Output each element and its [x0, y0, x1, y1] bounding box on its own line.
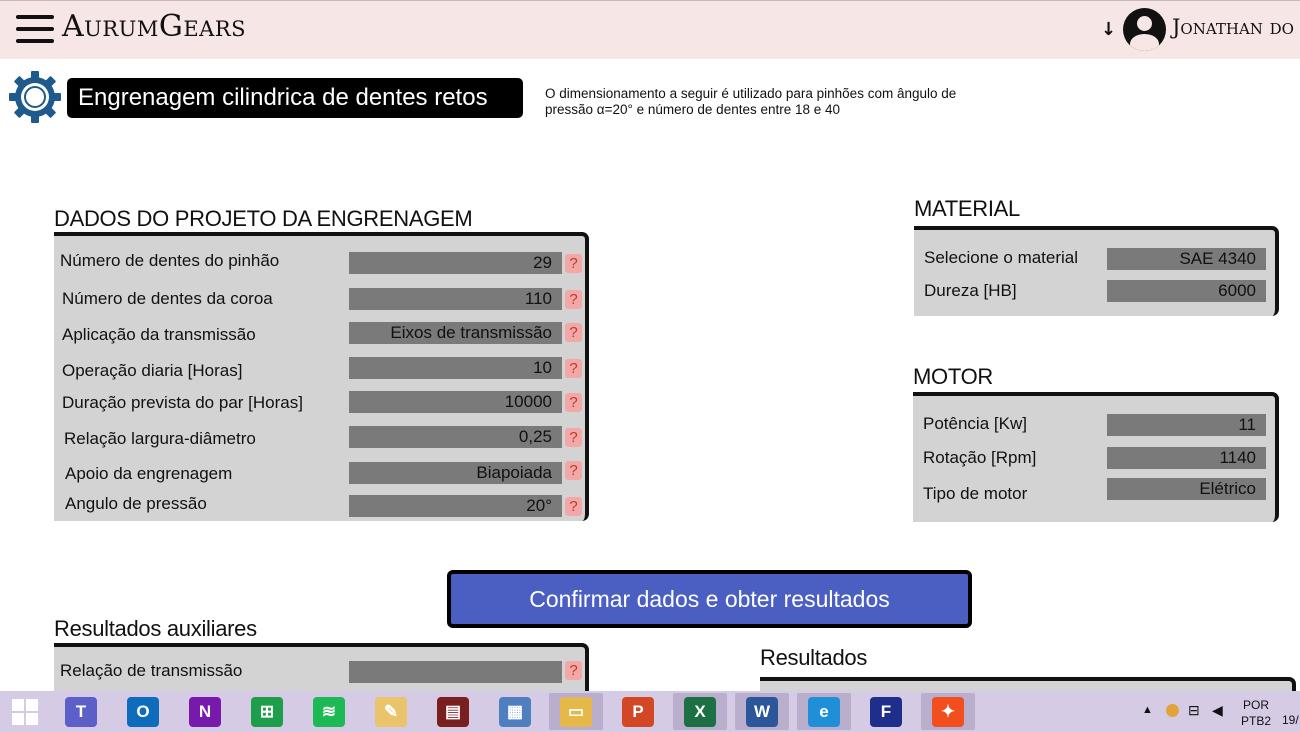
taskbar-app[interactable]: ✦ — [921, 693, 975, 730]
hardness-field[interactable]: 6000 — [1107, 280, 1266, 302]
crown-teeth-field[interactable]: 110 — [349, 288, 562, 310]
design-panel: Número de dentes do pinhão 29 ? Número d… — [54, 232, 589, 521]
support-select[interactable]: Biapoiada — [349, 462, 562, 484]
edge-icon: e — [808, 697, 840, 727]
material-select[interactable]: SAE 4340 — [1107, 248, 1266, 270]
volume-icon[interactable]: ◀ — [1212, 702, 1223, 719]
taskbar-app[interactable]: ▦ — [488, 693, 542, 730]
store-icon: ⊞ — [251, 697, 283, 727]
taskbar-app[interactable]: ▤ — [426, 693, 480, 730]
design-label-expected-duration: Duração prevista do par [Horas] — [62, 393, 303, 412]
taskbar-app[interactable]: ✎ — [364, 693, 418, 730]
network-icon[interactable]: ⊟ — [1188, 702, 1200, 719]
windows-icon — [12, 699, 38, 725]
terminal-icon: ▤ — [437, 697, 469, 727]
onedrive-icon[interactable] — [1166, 704, 1179, 717]
festo-icon: F — [870, 697, 902, 727]
outlook-icon: O — [127, 697, 159, 727]
teams-icon: T — [65, 697, 97, 727]
start-button[interactable] — [0, 693, 54, 730]
help-button-transmission-ratio[interactable]: ? — [565, 661, 582, 680]
powerpoint-icon: P — [622, 697, 654, 727]
transmission-ratio-field[interactable] — [349, 661, 562, 683]
daily-operation-field[interactable]: 10 — [349, 357, 562, 379]
brand-logo[interactable]: AurumGears — [62, 9, 246, 44]
width-ratio-field[interactable]: 0,25 — [349, 426, 562, 448]
pressure-angle-field[interactable]: 20° — [349, 495, 562, 517]
material-label-select: Selecione o material — [924, 248, 1079, 267]
avatar[interactable] — [1123, 8, 1166, 51]
material-label-hardness: Dureza [HB] — [924, 281, 1017, 300]
taskbar-app[interactable]: P — [611, 693, 665, 730]
keyboard-layout: PTB2 — [1241, 714, 1272, 728]
taskbar-app[interactable]: ▭ — [549, 693, 603, 730]
confirm-button[interactable]: Confirmar dados e obter resultados — [447, 570, 972, 628]
material-panel: Selecione o material SAE 4340 Dureza [HB… — [914, 226, 1279, 316]
language-code: POR — [1243, 698, 1270, 712]
motor-panel: Potência [Kw] 11 Rotação [Rpm] 1140 Tipo… — [913, 392, 1279, 522]
help-button-pinion-teeth[interactable]: ? — [565, 254, 582, 273]
motor-label-rotation: Rotação [Rpm] — [923, 448, 1037, 467]
onenote-icon: N — [189, 697, 221, 727]
help-button-application[interactable]: ? — [565, 323, 582, 342]
file-explorer-icon: ▭ — [560, 697, 592, 727]
material-section-title: MATERIAL — [914, 196, 1020, 221]
figma-icon: ✦ — [932, 697, 964, 727]
taskbar-app[interactable]: N — [178, 693, 232, 730]
paint-icon: ✎ — [375, 697, 407, 727]
page-title: Engrenagem cilindrica de dentes retos — [67, 78, 523, 118]
help-button-width-ratio[interactable]: ? — [565, 428, 582, 447]
design-section-title: DADOS DO PROJETO DA ENGRENAGEM — [54, 206, 473, 231]
motor-type-select[interactable]: Elétrico — [1107, 478, 1266, 500]
language-indicator[interactable]: POR PTB2 — [1241, 697, 1271, 729]
motor-label-power: Potência [Kw] — [923, 414, 1027, 433]
motor-label-type: Tipo de motor — [923, 484, 1028, 503]
design-label-daily-operation: Operação diaria [Horas] — [62, 361, 243, 380]
application-select[interactable]: Eixos de transmissão — [349, 322, 562, 344]
spotify-icon: ≋ — [313, 697, 345, 727]
excel-icon: X — [684, 697, 716, 727]
app-header: AurumGears ↓ Jonathan do C — [0, 0, 1300, 59]
word-icon: W — [746, 697, 778, 727]
help-button-daily-operation[interactable]: ? — [565, 359, 582, 378]
page-description: O dimensionamento a seguir é utilizado p… — [545, 86, 957, 117]
rotation-field[interactable]: 1140 — [1107, 447, 1266, 469]
motor-section-title: MOTOR — [913, 364, 993, 389]
design-label-width-ratio: Relação largura-diâmetro — [64, 429, 256, 448]
calculator-icon: ▦ — [499, 697, 531, 727]
user-name[interactable]: Jonathan do C — [1172, 15, 1300, 39]
taskbar-app[interactable]: ⊞ — [240, 693, 294, 730]
design-label-application: Aplicação da transmissão — [62, 325, 256, 344]
pinion-teeth-field[interactable]: 29 — [349, 252, 562, 274]
help-button-crown-teeth[interactable]: ? — [565, 290, 582, 309]
taskbar-app[interactable]: O — [116, 693, 170, 730]
taskbar: T O N ⊞ ≋ ✎ ▤ ▦ ▭ P X We F ✦ ▲ ⊟ ◀ POR PTB2 19/ — [0, 691, 1300, 732]
clock[interactable]: 19/ — [1282, 713, 1299, 727]
taskbar-app[interactable]: X — [673, 693, 727, 730]
arrow-down-icon[interactable]: ↓ — [1101, 19, 1116, 40]
taskbar-app[interactable]: T — [54, 693, 108, 730]
expected-duration-field[interactable]: 10000 — [349, 391, 562, 413]
results-section-title: Resultados — [760, 645, 868, 670]
design-label-pinion-teeth: Número de dentes do pinhão — [60, 251, 280, 270]
gear-icon — [9, 71, 61, 123]
aux-results-section-title: Resultados auxiliares — [54, 616, 257, 641]
taskbar-app[interactable]: F — [859, 693, 913, 730]
design-label-pressure-angle: Angulo de pressão — [65, 494, 207, 513]
menu-icon[interactable] — [16, 15, 54, 43]
aux-label-transmission-ratio: Relação de transmissão — [60, 661, 243, 680]
taskbar-app[interactable]: W — [735, 693, 789, 730]
design-label-support: Apoio da engrenagem — [65, 464, 233, 483]
taskbar-app[interactable]: ≋ — [302, 693, 356, 730]
tray-expand-icon[interactable]: ▲ — [1142, 704, 1153, 716]
help-button-support[interactable]: ? — [565, 461, 582, 480]
taskbar-app[interactable]: e — [797, 693, 851, 730]
design-label-crown-teeth: Número de dentes da coroa — [62, 289, 273, 308]
power-field[interactable]: 11 — [1107, 414, 1266, 436]
help-button-expected-duration[interactable]: ? — [565, 393, 582, 412]
help-button-pressure-angle[interactable]: ? — [565, 497, 582, 516]
